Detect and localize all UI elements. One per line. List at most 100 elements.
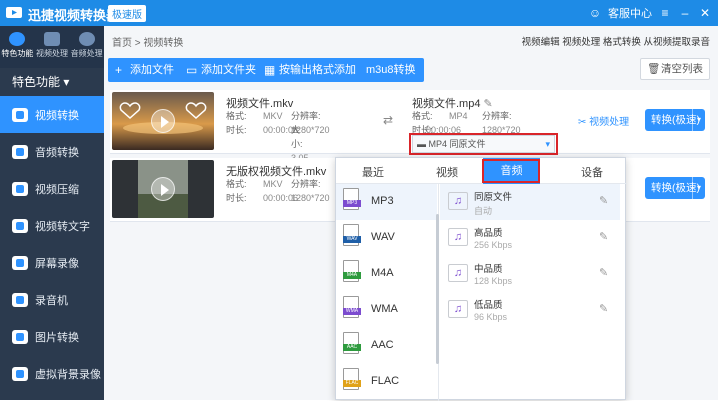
menu-icon[interactable]: ≡ — [658, 6, 672, 20]
image-icon — [12, 329, 28, 344]
file-row[interactable]: 视频文件.mkv 格式: MKV 分辨率: 1280*720 时长: 00:00:… — [110, 90, 710, 177]
aac-file-icon: AAC — [343, 332, 361, 354]
file-icon-tag: MP3 — [343, 200, 361, 207]
chevron-down-icon[interactable]: ▾ — [692, 109, 705, 131]
feature-section-header[interactable]: 特色功能 ▾ — [0, 68, 104, 96]
meta-label: 格式: — [412, 111, 433, 121]
sidebar-item-audio-convert[interactable]: 音频转换 — [0, 133, 104, 170]
sidebar-item-label: 图片转换 — [35, 331, 79, 344]
video-process-link[interactable]: ✂ 视频处理 — [578, 113, 629, 128]
format-item-flac[interactable]: FLAC FLAC — [336, 364, 437, 400]
tab-video[interactable]: 视频 — [436, 164, 458, 180]
quality-item[interactable]: ♫ 高品质 256 Kbps ✎ — [440, 220, 620, 256]
support-icon[interactable]: ☺ — [588, 6, 602, 20]
top-tab-features[interactable]: 特色功能 — [0, 26, 35, 68]
sidebar-item-video-compress[interactable]: 视频压缩 — [0, 170, 104, 207]
play-icon[interactable] — [151, 109, 175, 133]
format-label: MP3 — [371, 195, 394, 207]
add-by-format-button[interactable]: ▦ 按输出格式添加 — [257, 58, 364, 82]
sidebar-top-tabs: 特色功能 视频处理 音频处理 — [0, 26, 104, 68]
video-thumbnail[interactable] — [112, 160, 214, 218]
m4a-file-icon: M4A — [343, 260, 361, 282]
file-icon-tag: M4A — [343, 272, 361, 279]
meta-format: MP4 — [449, 111, 468, 121]
tab-device[interactable]: 设备 — [581, 164, 603, 180]
format-label: FLAC — [371, 375, 400, 387]
sidebar-item-label: 屏幕录像 — [35, 257, 79, 270]
video-thumbnail[interactable] — [112, 92, 214, 150]
music-note-icon: ♫ — [448, 264, 468, 282]
section-label: 特色功能 — [12, 75, 61, 89]
file-icon-tag: WAV — [343, 236, 361, 243]
edit-icon[interactable]: ✎ — [599, 230, 608, 243]
sidebar-item-video-convert[interactable]: 视频转换 — [0, 96, 104, 133]
source-meta: 格式: MKV分辨率: 1280*720 时长: 00:00:06大小: 3.0… — [226, 109, 330, 177]
quality-detail: 96 Kbps — [474, 312, 508, 322]
file-icon-tag: FLAC — [343, 380, 361, 387]
breadcrumb-home[interactable]: 首页 — [112, 38, 132, 49]
format-list-scrollbar[interactable] — [436, 214, 439, 364]
flac-file-icon: FLAC — [343, 368, 361, 390]
sidebar-item-virtual-bg[interactable]: 虚拟背景录像 — [0, 355, 104, 392]
caret-down-icon: ▾ — [63, 75, 70, 89]
sidebar-item-video-to-text[interactable]: 视频转文字 — [0, 207, 104, 244]
video-process-label: 视频处理 — [589, 117, 630, 128]
wav-file-icon: WAV — [343, 224, 361, 246]
edit-icon[interactable]: ✎ — [599, 302, 608, 315]
app-logo-icon — [6, 7, 22, 18]
sidebar-item-recorder[interactable]: 录音机 — [0, 281, 104, 318]
breadcrumb: 首页 > 视频转换 — [112, 34, 183, 49]
edit-icon[interactable]: ✎ — [599, 194, 608, 207]
virtual-bg-icon — [12, 366, 28, 381]
breadcrumb-separator: > — [134, 38, 141, 49]
format-dropdown-panel: 最近 视频 音频 设备 MP3 MP3 WAV WAV M4A M4A WMA … — [335, 157, 627, 401]
sidebar-item-image-convert[interactable]: 图片转换 — [0, 318, 104, 355]
meta-label: 时长: — [226, 193, 247, 203]
top-tab-label: 视频处理 — [36, 49, 68, 58]
quality-item[interactable]: ♫ 低品质 96 Kbps ✎ — [440, 292, 620, 328]
file-icon-tag: WMA — [343, 308, 361, 315]
format-category-tabs: 最近 视频 音频 设备 — [336, 158, 627, 184]
sidebar-item-label: 虚拟背景录像 — [35, 368, 101, 381]
meta-label: 格式: — [226, 111, 247, 121]
quality-item[interactable]: ♫ 中品质 128 Kbps ✎ — [440, 256, 620, 292]
text-icon — [12, 218, 28, 233]
folder-icon: ▭ — [186, 63, 198, 77]
format-item-mp3[interactable]: MP3 MP3 — [336, 184, 437, 220]
meta-format: MKV — [263, 179, 283, 189]
quality-list: ♫ 同原文件 自动 ✎ ♫ 高品质 256 Kbps ✎ ♫ 中品质 128 K… — [440, 184, 625, 401]
tab-recent[interactable]: 最近 — [362, 164, 384, 180]
m3u8-button[interactable]: m3u8转换 — [356, 58, 424, 82]
minimize-icon[interactable]: – — [678, 6, 692, 20]
support-link[interactable]: 客服中心 — [608, 5, 652, 21]
features-icon — [9, 32, 26, 46]
convert-button[interactable]: 转换(极速) ▾ — [645, 177, 705, 199]
format-item-m4a[interactable]: M4A M4A — [336, 256, 437, 292]
add-folder-button[interactable]: ▭ 添加文件夹 — [179, 58, 264, 82]
promo-links[interactable]: 视频编辑 视频处理 格式转换 从视频提取录音 — [522, 34, 710, 48]
breadcrumb-current: 视频转换 — [143, 38, 184, 49]
sidebar-item-label: 视频压缩 — [35, 183, 79, 196]
edit-icon[interactable]: ✎ — [599, 266, 608, 279]
quality-detail: 256 Kbps — [474, 240, 513, 250]
add-file-button[interactable]: + 添加文件 — [108, 58, 182, 82]
format-item-aac[interactable]: AAC AAC — [336, 328, 437, 364]
sidebar-item-screen-record[interactable]: 屏幕录像 — [0, 244, 104, 281]
top-tab-video-processing[interactable]: 视频处理 — [35, 26, 70, 68]
sidebar-item-label: 视频转换 — [35, 109, 79, 122]
compress-icon — [12, 181, 28, 196]
plus-icon: + — [115, 63, 123, 77]
close-icon[interactable]: ✕ — [698, 6, 712, 20]
grid-icon: ▦ — [264, 63, 276, 77]
toolbar: + 添加文件 ▭ 添加文件夹 ▦ 按输出格式添加 m3u8转换 🗑 清空列表 — [104, 56, 718, 86]
format-item-wma[interactable]: WMA WMA — [336, 292, 437, 328]
clear-list-button[interactable]: 🗑 清空列表 — [640, 58, 710, 80]
format-item-wav[interactable]: WAV WAV — [336, 220, 437, 256]
meta-format: MKV — [263, 111, 283, 121]
top-tab-audio-processing[interactable]: 音频处理 — [69, 26, 104, 68]
chevron-down-icon[interactable]: ▾ — [692, 177, 705, 199]
play-icon[interactable] — [151, 177, 175, 201]
convert-button[interactable]: 转换(极速) ▾ — [645, 109, 705, 131]
quality-item[interactable]: ♫ 同原文件 自动 ✎ — [440, 184, 620, 220]
format-label: AAC — [371, 339, 394, 351]
